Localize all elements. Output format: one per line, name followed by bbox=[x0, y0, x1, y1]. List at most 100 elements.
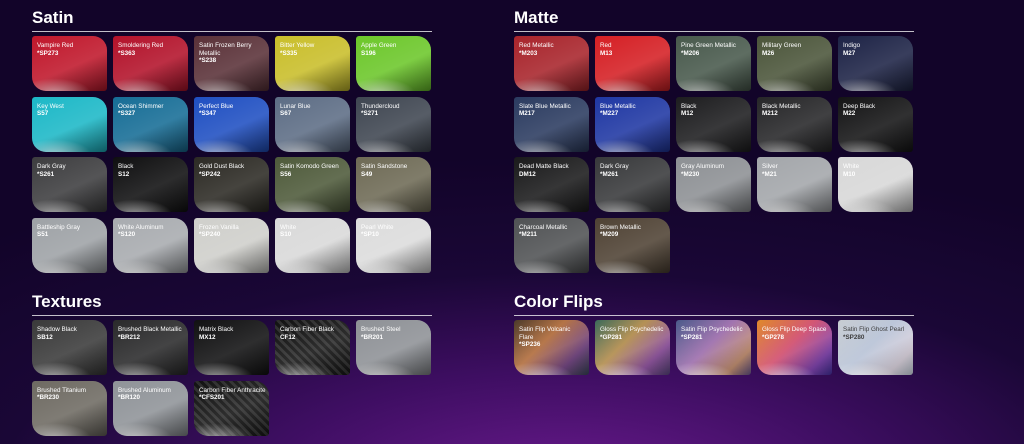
swatch-colorflips-sp236[interactable]: Satin Flip Volcanic Flare *SP236 bbox=[514, 320, 589, 375]
swatch-label: Brown Metallic *M209 bbox=[600, 224, 667, 239]
swatch-textures-br230[interactable]: Brushed Titanium *BR230 bbox=[32, 380, 107, 436]
swatch-code: M217 bbox=[519, 110, 535, 118]
swatch-code: *BR212 bbox=[118, 333, 141, 341]
swatch-code: *M209 bbox=[600, 231, 619, 239]
swatch-satin-sp273[interactable]: Vampire Red *SP273 bbox=[32, 36, 107, 91]
swatch-matte-m12[interactable]: Black M12 bbox=[676, 96, 751, 152]
swatch-label: Red M13 bbox=[600, 42, 667, 57]
swatch-name: Lunar Blue bbox=[280, 102, 311, 110]
swatch-code: *GP281 bbox=[600, 333, 623, 341]
swatch-label: Brushed Titanium *BR230 bbox=[37, 387, 104, 402]
section-title-color-flips: Color Flips bbox=[514, 292, 914, 316]
swatch-matte-m21[interactable]: Silver *M21 bbox=[757, 157, 832, 212]
swatch-matte-m212[interactable]: Black Metallic M212 bbox=[757, 96, 832, 152]
swatch-label: Pine Green Metallic *M206 bbox=[681, 42, 748, 57]
swatch-satin-s120[interactable]: White Aluminum *S120 bbox=[113, 217, 188, 273]
swatch-name: Gray Aluminum bbox=[681, 163, 725, 170]
swatch-matte-dm12[interactable]: Dead Matte Black DM12 bbox=[514, 157, 589, 212]
swatch-colorflips-gp281[interactable]: Gloss Flip Psychedelic *GP281 bbox=[595, 320, 670, 375]
swatch-textures-cf12[interactable]: Carbon Fiber Black CF12 bbox=[275, 320, 350, 375]
swatch-satin-s327[interactable]: Ocean Shimmer *S327 bbox=[113, 96, 188, 152]
swatch-name: Ocean Shimmer bbox=[118, 102, 164, 110]
swatch-matte-m261[interactable]: Dark Gray *M261 bbox=[595, 157, 670, 212]
swatch-label: Lunar Blue S67 bbox=[280, 103, 347, 118]
swatch-satin-s51[interactable]: Battleship Gray S51 bbox=[32, 217, 107, 273]
swatch-label: Dark Gray *S261 bbox=[37, 163, 104, 178]
swatch-matte-m209[interactable]: Brown Metallic *M209 bbox=[595, 217, 670, 273]
swatch-satin-sp242[interactable]: Gold Dust Black *SP242 bbox=[194, 157, 269, 212]
swatch-code: *SP242 bbox=[199, 170, 221, 178]
swatch-matte-m26[interactable]: Military Green M26 bbox=[757, 36, 832, 91]
swatch-name: Matrix Black bbox=[199, 326, 234, 333]
swatch-colorflips-gp278[interactable]: Gloss Flip Deep Space *GP278 bbox=[757, 320, 832, 375]
swatch-code: SB12 bbox=[37, 333, 53, 341]
swatch-code: S67 bbox=[280, 110, 292, 118]
swatch-satin-s57[interactable]: Key West S57 bbox=[32, 96, 107, 152]
section-title-matte: Matte bbox=[514, 8, 914, 32]
swatch-satin-s363[interactable]: Smoldering Red *S363 bbox=[113, 36, 188, 91]
swatch-label: White S10 bbox=[280, 224, 347, 239]
swatch-name: Blue Metallic bbox=[600, 102, 636, 110]
swatch-textures-br212[interactable]: Brushed Black Metallic *BR212 bbox=[113, 320, 188, 375]
swatch-satin-sp10[interactable]: Pearl White *SP10 bbox=[356, 217, 431, 273]
swatch-code: *S238 bbox=[199, 57, 217, 65]
swatch-satin-s238[interactable]: Satin Frozen Berry Metallic *S238 bbox=[194, 36, 269, 91]
swatch-label: Carbon Fiber Anthracite *CFS201 bbox=[199, 387, 266, 402]
swatch-textures-sb12[interactable]: Shadow Black SB12 bbox=[32, 320, 107, 375]
swatch-satin-s10[interactable]: White S10 bbox=[275, 217, 350, 273]
swatch-label: Deep Black M22 bbox=[843, 103, 910, 118]
swatch-name: Key West bbox=[37, 102, 64, 110]
swatch-textures-cfs201[interactable]: Carbon Fiber Anthracite *CFS201 bbox=[194, 380, 269, 436]
swatch-label: Gloss Flip Deep Space *GP278 bbox=[762, 326, 829, 341]
swatch-code: *M211 bbox=[519, 231, 537, 239]
swatch-code: *SP10 bbox=[361, 231, 379, 239]
swatch-matte-m22[interactable]: Deep Black M22 bbox=[838, 96, 913, 152]
swatch-code: *M230 bbox=[681, 170, 700, 178]
swatch-code: *S335 bbox=[280, 49, 298, 57]
swatch-name: Smoldering Red bbox=[118, 42, 164, 49]
swatch-label: Satin Frozen Berry Metallic *S238 bbox=[199, 42, 266, 65]
swatch-satin-s49[interactable]: Satin Sandstone S49 bbox=[356, 157, 431, 212]
swatch-code: M27 bbox=[843, 49, 856, 57]
swatch-satin-s271[interactable]: Thundercloud *S271 bbox=[356, 96, 431, 152]
swatch-label: Thundercloud *S271 bbox=[361, 103, 428, 118]
swatch-name: Brushed Steel bbox=[361, 326, 401, 333]
swatch-matte-m203[interactable]: Red Metallic *M203 bbox=[514, 36, 589, 91]
swatch-satin-s335[interactable]: Bitter Yellow *S335 bbox=[275, 36, 350, 91]
swatch-label: Apple Green S196 bbox=[361, 42, 428, 57]
swatch-matte-m27[interactable]: Indigo M27 bbox=[838, 36, 913, 91]
swatch-colorflips-sp280[interactable]: Satin Flip Ghost Pearl *SP280 bbox=[838, 320, 913, 375]
swatch-matte-m10[interactable]: White M10 bbox=[838, 157, 913, 212]
swatch-satin-s196[interactable]: Apple Green S196 bbox=[356, 36, 431, 91]
swatch-textures-mx12[interactable]: Matrix Black MX12 bbox=[194, 320, 269, 375]
swatch-matte-m211[interactable]: Charcoal Metallic *M211 bbox=[514, 217, 589, 273]
swatch-code: S51 bbox=[37, 231, 49, 239]
swatch-matte-m13[interactable]: Red M13 bbox=[595, 36, 670, 91]
swatch-matte-m230[interactable]: Gray Aluminum *M230 bbox=[676, 157, 751, 212]
swatch-matte-m227[interactable]: Blue Metallic *M227 bbox=[595, 96, 670, 152]
swatch-satin-s347[interactable]: Perfect Blue *S347 bbox=[194, 96, 269, 152]
swatch-colorflips-sp281[interactable]: Satin Flip Psychedelic *SP281 bbox=[676, 320, 751, 375]
swatch-label: Frozen Vanilla *SP240 bbox=[199, 224, 266, 239]
swatch-matte-m217[interactable]: Slate Blue Metallic M217 bbox=[514, 96, 589, 152]
swatch-label: Red Metallic *M203 bbox=[519, 42, 586, 57]
swatch-textures-br120[interactable]: Brushed Aluminum *BR120 bbox=[113, 380, 188, 436]
swatch-name: White Aluminum bbox=[118, 223, 164, 231]
swatch-name: Gloss Flip Deep Space bbox=[762, 326, 827, 333]
swatch-label: Dead Matte Black DM12 bbox=[519, 163, 586, 178]
swatch-label: Charcoal Metallic *M211 bbox=[519, 224, 586, 239]
swatch-satin-sp240[interactable]: Frozen Vanilla *SP240 bbox=[194, 217, 269, 273]
swatch-satin-s56[interactable]: Satin Komodo Green S56 bbox=[275, 157, 350, 212]
swatch-label: Satin Sandstone S49 bbox=[361, 163, 428, 178]
swatch-label: Vampire Red *SP273 bbox=[37, 42, 104, 57]
swatch-textures-br201[interactable]: Brushed Steel *BR201 bbox=[356, 320, 431, 375]
swatch-label: Gloss Flip Psychedelic *GP281 bbox=[600, 326, 667, 341]
swatch-matte-m206[interactable]: Pine Green Metallic *M206 bbox=[676, 36, 751, 91]
swatch-code: S56 bbox=[280, 170, 292, 178]
swatch-label: White M10 bbox=[843, 163, 910, 178]
swatch-satin-s261[interactable]: Dark Gray *S261 bbox=[32, 157, 107, 212]
swatch-satin-s12[interactable]: Black S12 bbox=[113, 157, 188, 212]
swatch-name: Brushed Aluminum bbox=[118, 386, 171, 394]
swatch-satin-s67[interactable]: Lunar Blue S67 bbox=[275, 96, 350, 152]
swatch-code: *M21 bbox=[762, 170, 777, 178]
